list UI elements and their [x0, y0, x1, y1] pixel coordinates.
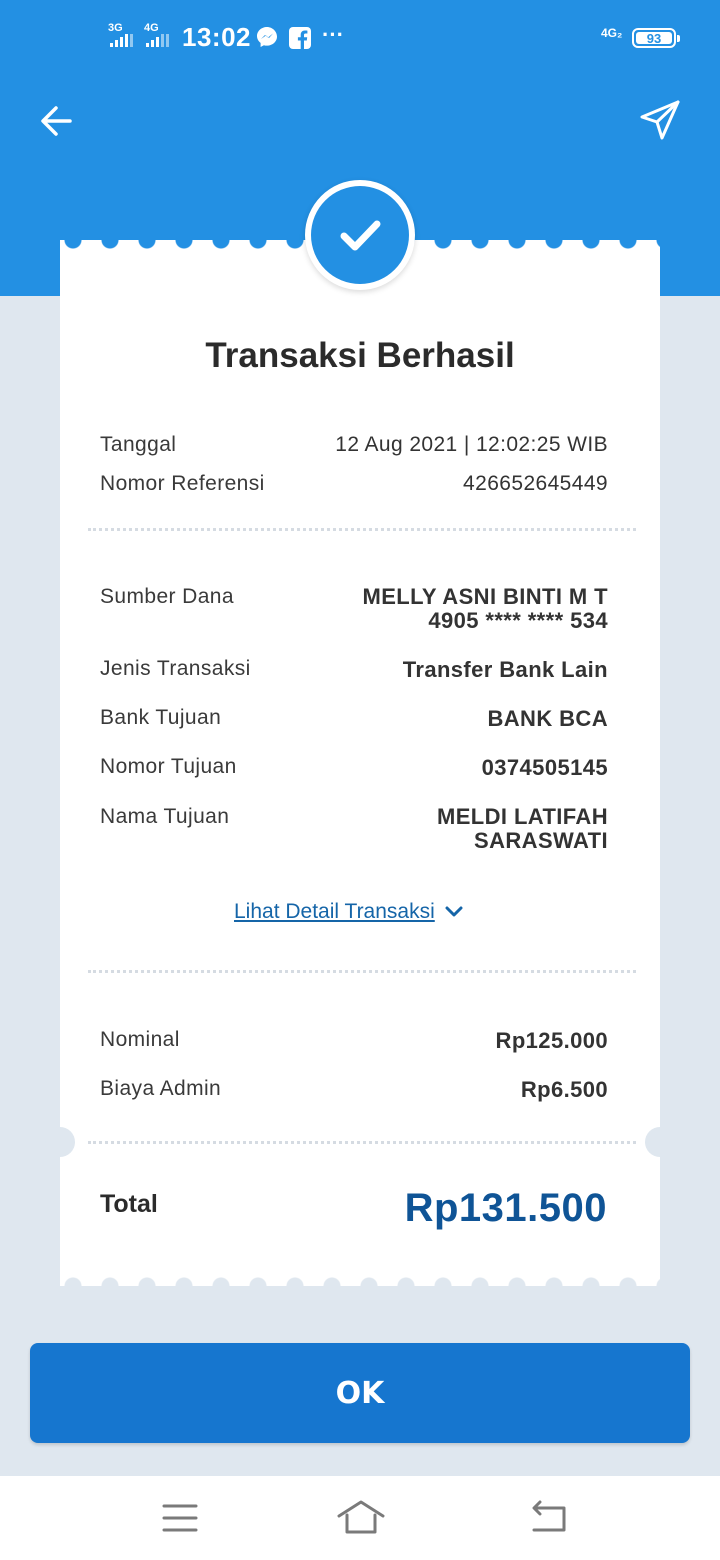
system-nav-bar — [0, 1476, 720, 1560]
check-icon — [340, 220, 381, 251]
row-jenis-transaksi: Jenis Transaksi Transfer Bank Lain — [100, 657, 608, 683]
nama-tujuan-line2: SARASWATI — [474, 828, 608, 853]
return-icon — [532, 1500, 566, 1532]
network-type: 4G₂ — [601, 26, 623, 40]
messenger-icon — [257, 27, 277, 47]
tanggal-label: Tanggal — [100, 433, 177, 456]
nama-tujuan-value: MELDI LATIFAH SARASWATI — [437, 805, 608, 853]
bank-value: BANK BCA — [487, 706, 608, 731]
battery-icon: 93 — [632, 28, 680, 48]
nominal-label: Nominal — [100, 1028, 180, 1051]
success-badge — [305, 180, 415, 290]
more-notifications: ··· — [322, 22, 344, 47]
divider — [88, 970, 636, 973]
signal-bars-icon — [110, 34, 133, 47]
share-button[interactable] — [638, 98, 682, 142]
detail-transaksi-link[interactable]: Lihat Detail Transaksi — [234, 900, 463, 924]
receipt-notch-left — [45, 1127, 75, 1157]
ok-button[interactable]: OK — [30, 1343, 690, 1443]
back-button[interactable] — [36, 100, 78, 142]
jenis-value: Transfer Bank Lain — [402, 657, 608, 682]
divider — [88, 1141, 636, 1144]
total-value: Rp131.500 — [404, 1186, 607, 1230]
jenis-label: Jenis Transaksi — [100, 657, 251, 680]
row-bank-tujuan: Bank Tujuan BANK BCA — [100, 706, 608, 732]
arrow-left-icon — [41, 106, 72, 136]
nama-tujuan-line1: MELDI LATIFAH — [437, 804, 608, 829]
chevron-down-icon — [445, 906, 463, 917]
menu-icon — [162, 1504, 198, 1532]
send-icon — [640, 100, 680, 140]
receipt-notch-right — [645, 1127, 675, 1157]
total-label: Total — [100, 1190, 158, 1218]
signal-bars-icon — [146, 34, 169, 47]
row-nomor-tujuan: Nomor Tujuan 0374505145 — [100, 755, 608, 781]
row-sumber-dana: Sumber Dana MELLY ASNI BINTI M T 4905 **… — [100, 585, 608, 633]
page-title: Transaksi Berhasil — [205, 336, 515, 375]
system-back-button[interactable] — [526, 1498, 570, 1538]
nominal-value: Rp125.000 — [495, 1028, 608, 1053]
nomor-tujuan-label: Nomor Tujuan — [100, 755, 237, 778]
tanggal-value: 12 Aug 2021 | 12:02:25 WIB — [335, 433, 608, 456]
recent-apps-button[interactable] — [158, 1498, 202, 1538]
clock: 13:02 — [182, 22, 251, 52]
row-referensi: Nomor Referensi 426652645449 — [100, 472, 608, 496]
sumber-value: MELLY ASNI BINTI M T 4905 **** **** 534 — [362, 585, 608, 633]
detail-link-label: Lihat Detail Transaksi — [234, 900, 435, 923]
battery-level: 93 — [646, 30, 662, 46]
nama-tujuan-label: Nama Tujuan — [100, 805, 230, 828]
facebook-icon — [289, 27, 311, 49]
home-icon — [337, 1500, 385, 1534]
nomor-tujuan-value: 0374505145 — [481, 755, 608, 780]
signal-4g-label: 4G — [144, 22, 159, 34]
admin-value: Rp6.500 — [520, 1077, 608, 1102]
sumber-label: Sumber Dana — [100, 585, 234, 608]
row-tanggal: Tanggal 12 Aug 2021 | 12:02:25 WIB — [100, 433, 608, 457]
bank-label: Bank Tujuan — [100, 706, 222, 729]
sumber-account: 4905 **** **** 534 — [428, 608, 608, 633]
divider — [88, 528, 636, 531]
row-nama-tujuan: Nama Tujuan MELDI LATIFAH SARASWATI — [100, 805, 608, 853]
row-biaya-admin: Biaya Admin Rp6.500 — [100, 1077, 608, 1103]
row-nominal: Nominal Rp125.000 — [100, 1028, 608, 1054]
receipt-edge-bottom — [60, 1268, 660, 1286]
status-bar: 3G 4G 13:02 ··· 4G₂ 93 — [0, 0, 720, 76]
referensi-label: Nomor Referensi — [100, 472, 265, 495]
home-button[interactable] — [336, 1498, 386, 1538]
admin-label: Biaya Admin — [100, 1077, 222, 1100]
referensi-value: 426652645449 — [463, 472, 608, 495]
sumber-name: MELLY ASNI BINTI M T — [362, 584, 608, 609]
signal-3g-label: 3G — [108, 22, 123, 34]
